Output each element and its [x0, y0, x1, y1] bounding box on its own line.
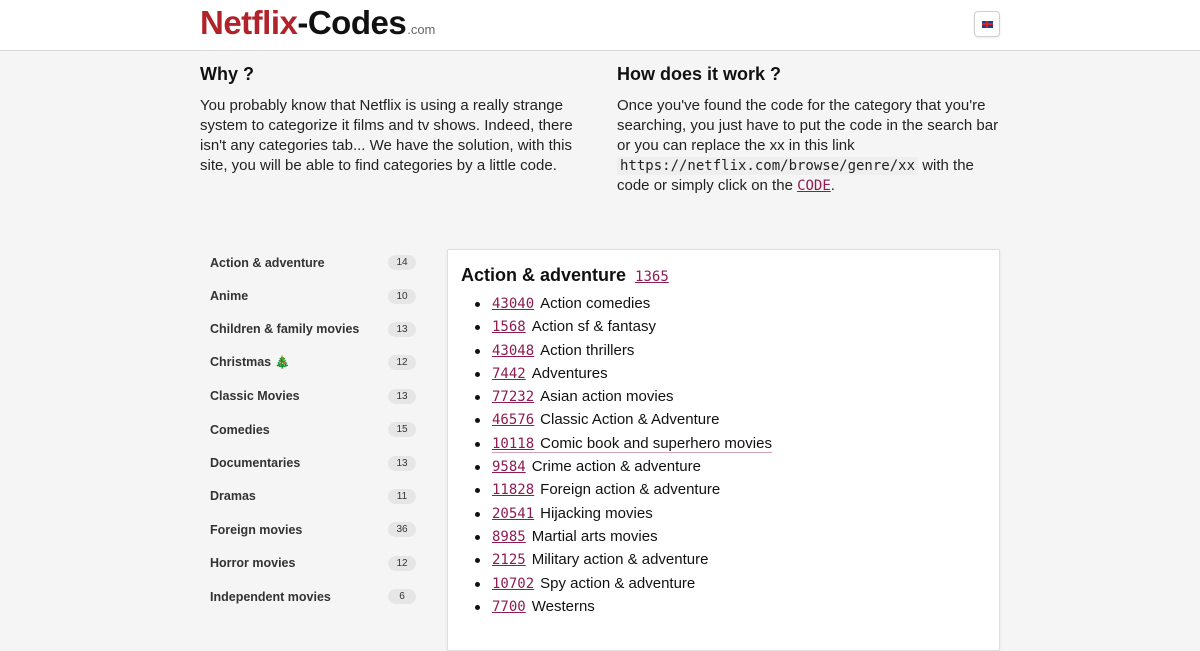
how-section: How does it work ? Once you've found the…	[617, 64, 1002, 196]
category-label: Independent movies	[210, 589, 331, 604]
category-item-foreign-movies[interactable]: Foreign movies 36	[200, 513, 424, 546]
category-label: Horror movies	[210, 556, 296, 571]
category-label: Children & family movies	[210, 322, 360, 337]
site-logo[interactable]: Netflix-Codes.com	[200, 4, 435, 42]
list-item: 8985 Martial arts movies	[473, 525, 772, 548]
category-item-action-adventure[interactable]: Action & adventure 14	[200, 246, 424, 279]
uk-flag-icon	[981, 20, 993, 28]
list-item: 10118 Comic book and superhero movies	[473, 432, 772, 455]
category-count-badge: 13	[388, 455, 416, 471]
list-item: 7442 Adventures	[473, 362, 772, 385]
genre-code-link[interactable]: 43048	[492, 343, 534, 359]
category-label: Documentaries	[210, 456, 301, 471]
list-item: 2125 Military action & adventure	[473, 548, 772, 571]
hovered-item-underline[interactable]: 10118 Comic book and superhero movies	[492, 434, 772, 453]
why-section: Why ? You probably know that Netflix is …	[200, 64, 585, 176]
genre-label: Spy action & adventure	[540, 574, 696, 592]
genre-label: Military action & adventure	[531, 551, 709, 569]
code-link-example[interactable]: CODE	[797, 178, 831, 194]
logo-part-netflix: Netflix	[200, 4, 298, 41]
genre-code-link[interactable]: 9584	[492, 459, 526, 475]
category-count-badge: 10	[388, 288, 416, 304]
genre-code-link[interactable]: 7442	[492, 366, 526, 382]
category-label: Comedies	[210, 422, 270, 437]
why-text: You probably know that Netflix is using …	[200, 97, 573, 174]
panel-category-code-link[interactable]: 1365	[635, 269, 669, 285]
category-count-badge: 11	[388, 488, 416, 504]
how-text-before: Once you've found the code for the categ…	[617, 97, 999, 154]
genre-label: Adventures	[531, 364, 608, 382]
genre-label: Foreign action & adventure	[540, 481, 721, 499]
category-label: Classic Movies	[210, 389, 300, 404]
category-item-children-family[interactable]: Children & family movies 13	[200, 313, 424, 346]
why-title: Why ?	[200, 64, 254, 84]
category-item-anime[interactable]: Anime 10	[200, 279, 424, 312]
category-count-badge: 36	[388, 522, 416, 538]
top-header: Netflix-Codes.com	[0, 0, 1200, 51]
category-label: Christmas 🎄	[210, 355, 291, 370]
list-item: 9584 Crime action & adventure	[473, 455, 772, 478]
panel-title: Action & adventure 1365	[461, 265, 669, 286]
genre-label: Comic book and superhero movies	[540, 434, 772, 452]
genre-label: Classic Action & Adventure	[540, 411, 720, 429]
category-label: Dramas	[210, 489, 256, 504]
genre-code-link[interactable]: 10702	[492, 576, 534, 592]
genre-label: Asian action movies	[540, 388, 674, 406]
list-item: 7700 Westerns	[473, 595, 772, 618]
category-item-christmas[interactable]: Christmas 🎄 12	[200, 346, 424, 379]
genre-label: Action sf & fantasy	[531, 318, 656, 336]
category-count-badge: 13	[388, 388, 416, 404]
genre-code-link[interactable]: 10118	[492, 436, 534, 452]
logo-tld: .com	[407, 22, 436, 37]
category-list: Action & adventure 14 Anime 10 Children & …	[200, 246, 424, 613]
genre-code-link[interactable]: 8985	[492, 529, 526, 545]
how-title: How does it work ?	[617, 64, 782, 84]
browse-link-example: https://netflix.com/browse/genre/xx	[617, 157, 919, 175]
genre-code-link[interactable]: 11828	[492, 482, 534, 498]
category-item-comedies[interactable]: Comedies 15	[200, 413, 424, 446]
category-count-badge: 12	[388, 355, 416, 371]
category-label: Action & adventure	[210, 255, 325, 270]
list-item: 11828 Foreign action & adventure	[473, 478, 772, 501]
category-count-badge: 13	[388, 321, 416, 337]
list-item: 43048 Action thrillers	[473, 339, 772, 362]
category-count-badge: 6	[388, 589, 416, 605]
list-item: 77232 Asian action movies	[473, 385, 772, 408]
logo-part-codes: -Codes	[297, 4, 407, 41]
category-item-independent-movies[interactable]: Independent movies 6	[200, 580, 424, 613]
genre-code-link[interactable]: 20541	[492, 506, 534, 522]
list-item: 1568 Action sf & fantasy	[473, 315, 772, 338]
genre-label: Action comedies	[540, 295, 651, 312]
list-item: 43040 Action comedies	[473, 292, 772, 315]
list-item: 20541 Hijacking movies	[473, 502, 772, 525]
list-item: 10702 Spy action & adventure	[473, 572, 772, 595]
subcategory-list: 43040 Action comedies 1568 Action sf & fan…	[473, 292, 772, 618]
category-item-dramas[interactable]: Dramas 11	[200, 480, 424, 513]
category-count-badge: 12	[388, 555, 416, 571]
list-item: 46576 Classic Action & Adventure	[473, 408, 772, 431]
language-button[interactable]	[974, 11, 1000, 37]
genre-label: Westerns	[531, 597, 595, 615]
genre-code-link[interactable]: 77232	[492, 389, 534, 405]
category-item-classic-movies[interactable]: Classic Movies 13	[200, 380, 424, 413]
category-item-documentaries[interactable]: Documentaries 13	[200, 446, 424, 479]
how-text: Once you've found the code for the categ…	[617, 96, 1002, 196]
genre-code-link[interactable]: 7700	[492, 599, 526, 615]
genre-label: Martial arts movies	[531, 527, 658, 545]
category-item-horror-movies[interactable]: Horror movies 12	[200, 547, 424, 580]
genre-code-link[interactable]: 2125	[492, 552, 526, 568]
how-text-after: .	[830, 177, 835, 194]
genre-label: Crime action & adventure	[531, 458, 701, 476]
genre-label: Hijacking movies	[540, 504, 653, 522]
genre-label: Action thrillers	[540, 341, 635, 359]
panel-title-text: Action & adventure	[461, 265, 627, 285]
genre-code-link[interactable]: 1568	[492, 319, 526, 335]
category-label: Foreign movies	[210, 522, 303, 537]
subcategory-panel: Action & adventure 1365 43040 Action come…	[447, 249, 1000, 651]
category-count-badge: 15	[388, 422, 416, 438]
genre-code-link[interactable]: 43040	[492, 296, 534, 312]
category-count-badge: 14	[388, 255, 416, 271]
genre-code-link[interactable]: 46576	[492, 412, 534, 428]
category-label: Anime	[210, 289, 249, 304]
